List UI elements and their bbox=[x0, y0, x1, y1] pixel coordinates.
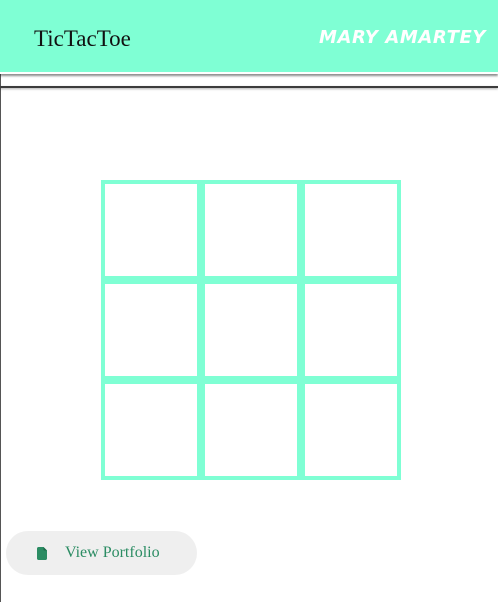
board-cell-2[interactable] bbox=[201, 180, 301, 280]
left-border-line bbox=[0, 72, 1, 602]
board-cell-6[interactable] bbox=[301, 280, 401, 380]
tictactoe-board bbox=[101, 180, 401, 480]
board-cell-1[interactable] bbox=[101, 180, 201, 280]
file-icon bbox=[37, 546, 47, 560]
header-divider bbox=[0, 86, 498, 88]
author-name: MARY AMARTEY bbox=[319, 27, 486, 48]
board-cell-4[interactable] bbox=[101, 280, 201, 380]
app-title: TicTacToe bbox=[34, 26, 131, 51]
view-portfolio-label: View Portfolio bbox=[65, 544, 160, 561]
board-cell-8[interactable] bbox=[201, 380, 301, 480]
board-cell-7[interactable] bbox=[101, 380, 201, 480]
app-header: TicTacToe MARY AMARTEY bbox=[0, 0, 498, 74]
board-cell-3[interactable] bbox=[301, 180, 401, 280]
view-portfolio-button[interactable]: View Portfolio bbox=[6, 531, 197, 575]
board-cell-9[interactable] bbox=[301, 380, 401, 480]
board-cell-5[interactable] bbox=[201, 280, 301, 380]
